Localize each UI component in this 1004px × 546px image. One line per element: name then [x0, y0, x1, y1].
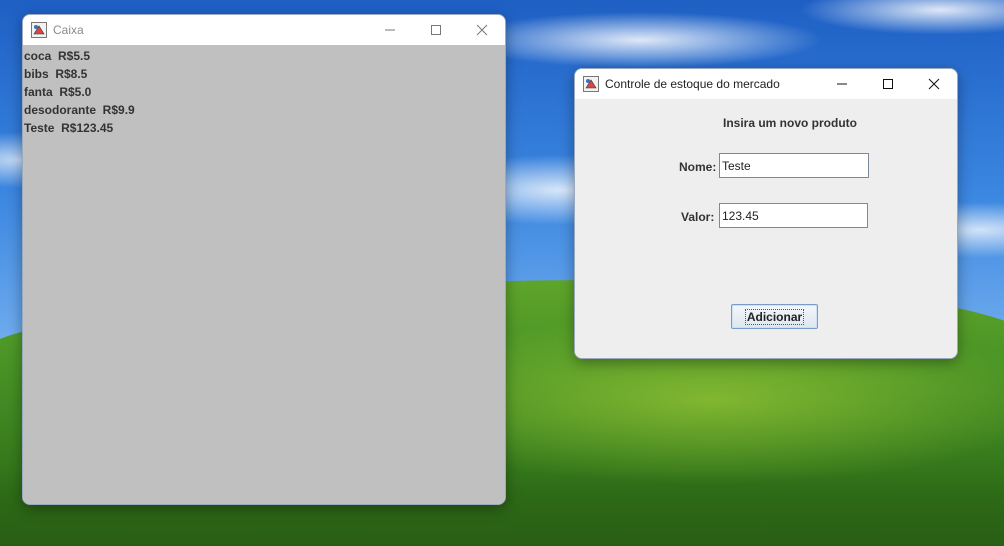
caixa-window: Caixa coca R$5.5 bibs R$8.5 fanta R$5.0 … [22, 14, 506, 505]
list-item: desodorante R$9.9 [24, 103, 135, 117]
valor-label: Valor: [681, 210, 715, 224]
maximize-icon [431, 25, 441, 35]
maximize-icon [883, 79, 893, 89]
list-item: Teste R$123.45 [24, 121, 114, 135]
adicionar-button-label: Adicionar [744, 308, 805, 325]
caixa-title: Caixa [53, 23, 84, 37]
maximize-button[interactable] [413, 15, 459, 45]
estoque-titlebar[interactable]: Controle de estoque do mercado [575, 69, 957, 99]
estoque-title: Controle de estoque do mercado [605, 77, 780, 91]
close-icon [928, 78, 940, 90]
nome-field[interactable] [719, 153, 869, 178]
minimize-icon [837, 83, 847, 85]
adicionar-button[interactable]: Adicionar [731, 304, 818, 329]
valor-field[interactable] [719, 203, 868, 228]
close-button[interactable] [911, 69, 957, 99]
nome-label: Nome: [679, 160, 717, 174]
maximize-button[interactable] [865, 69, 911, 99]
form-heading: Insira um novo produto [723, 116, 857, 130]
caixa-titlebar[interactable]: Caixa [23, 15, 505, 45]
product-form: Insira um novo produto Nome: Valor: Adic… [575, 99, 957, 358]
minimize-button[interactable] [819, 69, 865, 99]
product-list: coca R$5.5 bibs R$8.5 fanta R$5.0 desodo… [23, 45, 505, 504]
list-item: coca R$5.5 [24, 49, 91, 63]
minimize-button[interactable] [367, 15, 413, 45]
list-item: bibs R$8.5 [24, 67, 88, 81]
close-button[interactable] [459, 15, 505, 45]
list-item: fanta R$5.0 [24, 85, 92, 99]
estoque-window: Controle de estoque do mercado Insira um… [574, 68, 958, 359]
java-app-icon [31, 22, 47, 38]
close-icon [476, 24, 488, 36]
minimize-icon [385, 29, 395, 31]
java-app-icon [583, 76, 599, 92]
